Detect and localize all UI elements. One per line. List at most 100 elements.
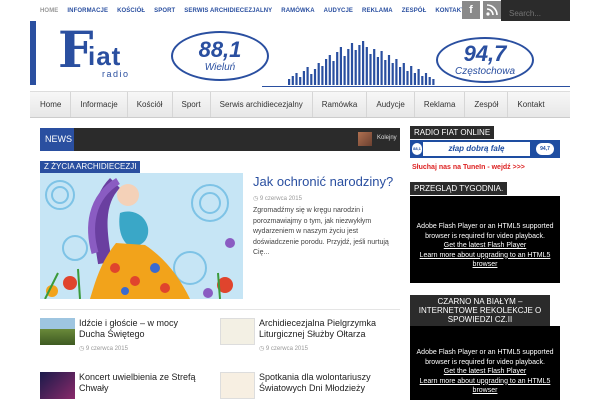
header-divider-line [262, 86, 570, 87]
video-player[interactable]: Adobe Flash Player or an HTML5 supported… [410, 326, 560, 400]
sidebar-title-radio: RADIO FIAT ONLINE [410, 126, 495, 139]
equalizer-bar [321, 66, 324, 85]
post-date: ◷ 9 czerwca 2015 [79, 346, 128, 352]
featured-date: ◷ 9 czerwca 2015 [253, 196, 302, 202]
main-nav-home[interactable]: Home [30, 92, 72, 117]
flash-get-link[interactable]: Get the latest Flash Player [410, 241, 560, 251]
main-nav-serwis[interactable]: Serwis archidiecezjalny [211, 92, 313, 117]
flash-get-text[interactable]: Get the latest Flash Player [444, 368, 526, 375]
video-player[interactable]: Adobe Flash Player or an HTML5 supported… [410, 196, 560, 283]
flash-message: Adobe Flash Player or an HTML5 supported… [416, 223, 554, 240]
content-divider [40, 309, 400, 310]
top-nav-home[interactable]: HOME [40, 8, 58, 14]
social-links: f [462, 1, 501, 19]
top-nav-sport[interactable]: SPORT [154, 8, 175, 14]
logo-letters-iat: iat [88, 41, 122, 71]
search-input[interactable] [501, 0, 570, 21]
equalizer-bar [325, 59, 328, 85]
equalizer-bar [291, 76, 294, 85]
equalizer-bar [402, 63, 405, 85]
featured-excerpt: Zgromadźmy się w kręgu narodzin i porozm… [253, 207, 389, 256]
post-title[interactable]: Idźcie i głoście – w mocy Ducha Świętego [79, 318, 199, 340]
equalizer-bar [336, 52, 339, 85]
equalizer-bar [317, 63, 320, 85]
main-nav: Home Informacje Kościół Sport Serwis arc… [30, 91, 570, 118]
main-nav-audycje[interactable]: Audycje [367, 92, 415, 117]
flash-get-link[interactable]: Get the latest Flash Player [410, 367, 560, 377]
ticker-thumbnail[interactable] [358, 132, 372, 146]
list-item[interactable]: Spotkania dla wolontariuszy Światowych D… [220, 372, 400, 400]
equalizer-bar [413, 73, 416, 85]
main-nav-kosciol[interactable]: Kościół [128, 92, 173, 117]
frequency-number: 88,1 [198, 37, 242, 62]
site-logo[interactable]: F iat radio [58, 25, 143, 85]
flash-learn-link[interactable]: Learn more about upgrading to an HTML5 b… [410, 251, 560, 270]
rss-icon[interactable] [483, 1, 501, 19]
frequency-number: 94,7 [463, 41, 507, 66]
top-nav-informacje[interactable]: INFORMACJE [67, 8, 108, 14]
top-nav-kosciol[interactable]: KOŚCIÓŁ [117, 8, 145, 14]
flash-learn-text[interactable]: Learn more about upgrading to an HTML5 b… [420, 252, 551, 269]
equalizer-graphic [288, 41, 435, 85]
top-nav-audycje[interactable]: AUDYCJE [324, 8, 353, 14]
post-thumbnail[interactable] [40, 372, 75, 399]
equalizer-bar [350, 43, 354, 85]
equalizer-bar [421, 76, 424, 85]
featured-image[interactable] [40, 173, 243, 299]
top-nav: HOME INFORMACJE KOŚCIÓŁ SPORT SERWIS ARC… [40, 8, 474, 14]
top-nav-kontakt[interactable]: KONTAKT [435, 8, 465, 14]
equalizer-bar [391, 63, 394, 85]
post-title[interactable]: Koncert uwielbienia ze Strefą Chwały [79, 372, 199, 394]
main-nav-kontakt[interactable]: Kontakt [508, 92, 553, 117]
post-title[interactable]: Archidiecezjalna Pielgrzymka Liturgiczne… [259, 318, 404, 340]
list-item[interactable]: Koncert uwielbienia ze Strefą Chwały [40, 372, 200, 400]
flash-learn-text[interactable]: Learn more about upgrading to an HTML5 b… [420, 378, 551, 395]
post-title[interactable]: Spotkania dla wolontariuszy Światowych D… [259, 372, 404, 394]
main-nav-reklama[interactable]: Reklama [415, 92, 466, 117]
facebook-icon[interactable]: f [462, 1, 480, 19]
equalizer-bar [299, 77, 302, 85]
post-date-text: 9 czerwca 2015 [85, 346, 128, 352]
top-nav-serwis[interactable]: SERWIS ARCHIDIECEZJALNY [184, 8, 272, 14]
list-item[interactable]: Idźcie i głoście – w mocy Ducha Świętego… [40, 318, 200, 358]
main-nav-informacje[interactable]: Informacje [71, 92, 128, 117]
logo-radio: radio [102, 69, 130, 79]
top-nav-reklama[interactable]: REKLAMA [362, 8, 393, 14]
list-item[interactable]: Archidiecezjalna Pielgrzymka Liturgiczne… [220, 318, 400, 358]
ticker-label: NEWS [40, 128, 74, 151]
flash-get-text[interactable]: Get the latest Flash Player [444, 242, 526, 249]
top-nav-ramowka[interactable]: RAMÓWKA [281, 8, 314, 14]
tunein-link[interactable]: Słuchaj nas na TuneIn - wejdź >>> [412, 164, 525, 171]
equalizer-bar [410, 66, 413, 85]
main-nav-zespol[interactable]: Zespół [465, 92, 509, 117]
equalizer-bar [302, 71, 305, 85]
radio-banner[interactable]: 88,1 złap dobrą falę 94,7 [410, 140, 560, 158]
ticker-next-button[interactable]: Kolejny [377, 135, 397, 141]
equalizer-bar [343, 56, 346, 85]
equalizer-bar [288, 79, 291, 85]
equalizer-bar [347, 49, 350, 85]
equalizer-bar [362, 41, 365, 85]
top-nav-zespol[interactable]: ZESPÓŁ [402, 8, 427, 14]
equalizer-bar [373, 49, 376, 85]
equalizer-bar [306, 67, 309, 85]
equalizer-bar [376, 57, 379, 85]
sidebar-title-retreat: CZARNO NA BIAŁYM – INTERNETOWE REKOLEKCJ… [410, 295, 550, 326]
logo-accent-bar [30, 21, 36, 85]
post-thumbnail[interactable] [220, 372, 255, 399]
post-thumbnail[interactable] [40, 318, 75, 345]
banner-slogan: złap dobrą falę [423, 142, 530, 156]
equalizer-bar [395, 59, 398, 85]
equalizer-bar [328, 55, 331, 85]
main-nav-ramowka[interactable]: Ramówka [313, 92, 368, 117]
equalizer-bar [432, 79, 435, 85]
post-date-text: 9 czerwca 2015 [265, 346, 308, 352]
frequency-city: Wieluń [204, 62, 236, 73]
equalizer-bar [358, 45, 361, 85]
post-thumbnail[interactable] [220, 318, 255, 345]
featured-date-text: 9 czerwca 2015 [259, 196, 302, 202]
main-nav-sport[interactable]: Sport [173, 92, 211, 117]
flash-learn-link[interactable]: Learn more about upgrading to an HTML5 b… [410, 377, 560, 396]
category-label[interactable]: Z ŻYCIA ARCHIDIECEZJI [40, 161, 141, 173]
featured-title[interactable]: Jak ochronić narodziny? [253, 174, 393, 189]
